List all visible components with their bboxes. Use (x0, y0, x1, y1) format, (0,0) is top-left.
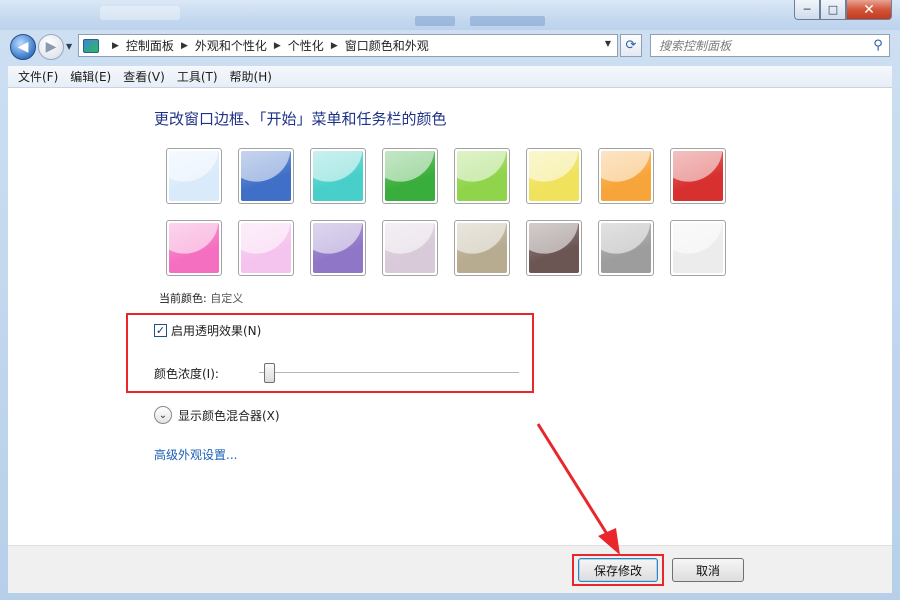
footer-bar: 保存修改 取消 (8, 545, 892, 593)
color-mixer-label: 显示颜色混合器(X) (178, 408, 280, 423)
menu-view[interactable]: 查看(V) (117, 68, 171, 85)
breadcrumb-personalization[interactable]: 个性化 (288, 37, 324, 54)
menu-edit[interactable]: 编辑(E) (64, 68, 117, 85)
menu-help[interactable]: 帮助(H) (224, 68, 278, 85)
color-swatch-fill (673, 151, 723, 201)
color-swatch-fill (601, 151, 651, 201)
transparency-option[interactable]: ✓ 启用透明效果(N) (154, 322, 261, 339)
color-intensity-label: 颜色浓度(I): (154, 366, 219, 381)
slider-track[interactable] (258, 372, 519, 374)
window-controls: ─ □ ✕ (794, 0, 892, 20)
search-icon[interactable]: ⚲ (867, 38, 889, 53)
color-swatch[interactable] (166, 148, 222, 204)
current-color: 当前颜色: 自定义 (159, 290, 243, 306)
color-swatch-fill (385, 223, 435, 273)
color-swatch-fill (457, 223, 507, 273)
color-swatch[interactable] (598, 220, 654, 276)
color-swatch[interactable] (310, 220, 366, 276)
breadcrumb-separator[interactable]: ▶ (331, 41, 338, 51)
title-bar-blur (100, 6, 180, 20)
color-swatch[interactable] (670, 220, 726, 276)
page-title: 更改窗口边框、「开始」菜单和任务栏的颜色 (154, 110, 447, 128)
color-swatch[interactable] (382, 148, 438, 204)
color-swatch[interactable] (670, 148, 726, 204)
menu-tools[interactable]: 工具(T) (171, 68, 224, 85)
color-swatch-fill (313, 223, 363, 273)
refresh-button[interactable]: ⟳ (620, 34, 642, 57)
color-swatch[interactable] (454, 148, 510, 204)
color-swatch[interactable] (526, 220, 582, 276)
advanced-appearance-link[interactable]: 高级外观设置... (154, 446, 237, 463)
breadcrumb-separator[interactable]: ▶ (112, 41, 119, 51)
current-color-label: 当前颜色: (159, 292, 207, 305)
search-input[interactable] (651, 35, 867, 56)
color-swatch-fill (529, 223, 579, 273)
address-dropdown-icon[interactable]: ▼ (605, 39, 611, 48)
breadcrumb-separator[interactable]: ▶ (181, 41, 188, 51)
color-swatch-fill (673, 223, 723, 273)
checkmark-icon: ✓ (155, 324, 166, 337)
breadcrumb-control-panel[interactable]: 控制面板 (126, 37, 174, 54)
minimize-button[interactable]: ─ (794, 0, 820, 20)
content-pane: 更改窗口边框、「开始」菜单和任务栏的颜色 当前颜色: 自定义 ✓ 启用透明效果(… (8, 88, 892, 545)
save-button[interactable]: 保存修改 (578, 558, 658, 582)
color-swatch[interactable] (382, 220, 438, 276)
breadcrumb-separator[interactable]: ▶ (274, 41, 281, 51)
forward-button[interactable]: ▶ (38, 34, 64, 60)
control-panel-icon (83, 38, 99, 53)
color-swatch[interactable] (310, 148, 366, 204)
color-swatch[interactable] (238, 220, 294, 276)
color-swatch-fill (169, 151, 219, 201)
breadcrumb-window-color[interactable]: 窗口颜色和外观 (345, 37, 429, 54)
menu-bar: 文件(F) 编辑(E) 查看(V) 工具(T) 帮助(H) (8, 66, 892, 88)
transparency-label: 启用透明效果(N) (171, 324, 262, 338)
refresh-icon: ⟳ (625, 38, 637, 53)
color-swatch-fill (601, 223, 651, 273)
breadcrumb-appearance[interactable]: 外观和个性化 (195, 37, 267, 54)
title-bar: ─ □ ✕ (0, 0, 900, 30)
color-intensity-slider[interactable] (258, 363, 519, 383)
chevron-down-icon[interactable]: ⌄ (154, 406, 172, 424)
forward-arrow-icon: ▶ (45, 39, 57, 55)
transparency-checkbox[interactable]: ✓ (154, 324, 167, 337)
search-box[interactable]: ⚲ (650, 34, 890, 57)
close-button[interactable]: ✕ (846, 0, 892, 20)
color-swatch[interactable] (526, 148, 582, 204)
maximize-button[interactable]: □ (820, 0, 846, 20)
color-swatch[interactable] (238, 148, 294, 204)
title-bar-blur (470, 16, 545, 26)
slider-thumb[interactable] (263, 363, 275, 383)
menu-file[interactable]: 文件(F) (12, 68, 64, 85)
color-swatch-fill (313, 151, 363, 201)
color-swatch-fill (241, 151, 291, 201)
color-mixer-toggle[interactable]: ⌄ 显示颜色混合器(X) (154, 406, 280, 424)
color-swatch[interactable] (454, 220, 510, 276)
back-arrow-icon: ◀ (17, 39, 29, 55)
address-bar[interactable]: ▶ 控制面板 ▶ 外观和个性化 ▶ 个性化 ▶ 窗口颜色和外观 ▼ (78, 34, 618, 57)
color-swatch[interactable] (166, 220, 222, 276)
cancel-button[interactable]: 取消 (672, 558, 744, 582)
color-swatch-fill (385, 151, 435, 201)
title-bar-blur (415, 16, 455, 26)
recent-pages-dropdown[interactable]: ▼ (66, 42, 72, 51)
color-swatch[interactable] (598, 148, 654, 204)
color-swatch-fill (169, 223, 219, 273)
back-button[interactable]: ◀ (10, 34, 36, 60)
color-swatch-fill (529, 151, 579, 201)
color-intensity-row: 颜色浓度(I): (154, 363, 519, 383)
navigation-bar: ◀ ▶ ▼ ▶ 控制面板 ▶ 外观和个性化 ▶ 个性化 ▶ 窗口颜色和外观 ▼ ⟳ ⚲ (0, 30, 900, 62)
color-swatch-fill (241, 223, 291, 273)
color-swatch-fill (457, 151, 507, 201)
current-color-value: 自定义 (210, 292, 244, 305)
